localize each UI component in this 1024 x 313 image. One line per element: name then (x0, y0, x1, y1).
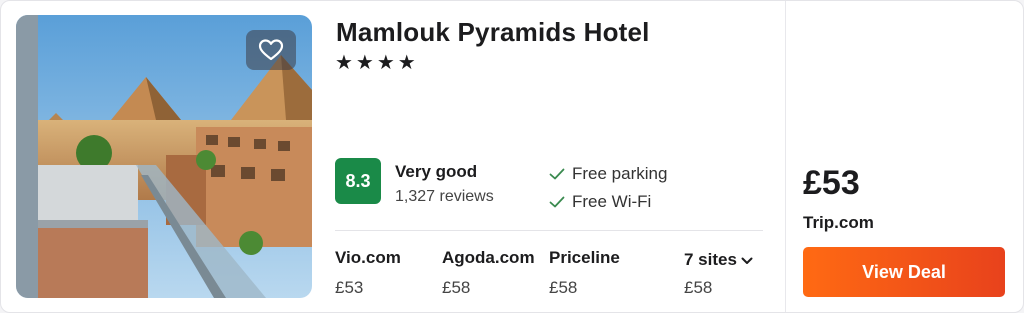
rating-label: Very good (395, 162, 478, 181)
review-score-badge: 8.3 (335, 158, 381, 204)
best-price: £53 (803, 164, 860, 202)
provider-name: Priceline (549, 248, 620, 267)
favorite-button[interactable] (246, 30, 296, 70)
price-option-priceline[interactable]: Priceline £58 (549, 248, 620, 298)
provider-price: £58 (549, 278, 578, 297)
star-rating: ★★★★ (335, 52, 419, 74)
divider (785, 1, 786, 312)
amenity-free-wifi: Free Wi-Fi (549, 192, 651, 212)
heart-outline-icon (258, 39, 284, 61)
price-option-agoda[interactable]: Agoda.com £58 (442, 248, 535, 298)
amenity-label: Free Wi-Fi (572, 192, 652, 211)
chevron-down-icon (741, 257, 753, 264)
provider-price: £58 (442, 278, 471, 297)
provider-price: £53 (335, 278, 364, 297)
divider (335, 230, 763, 231)
amenity-free-parking: Free parking (549, 164, 667, 184)
hotel-name[interactable]: Mamlouk Pyramids Hotel (336, 17, 650, 48)
checkmark-icon (549, 168, 565, 180)
best-price-site: Trip.com (803, 213, 874, 232)
view-deal-button[interactable]: View Deal (803, 247, 1005, 297)
more-sites-label: 7 sites (684, 250, 737, 269)
hotel-result-card[interactable]: Mamlouk Pyramids Hotel ★★★★ 8.3 Very goo… (0, 0, 1024, 313)
amenity-label: Free parking (572, 164, 668, 183)
more-sites-dropdown[interactable]: 7 sites £58 (684, 250, 753, 298)
more-sites-price: £58 (684, 278, 713, 297)
review-count[interactable]: 1,327 reviews (395, 188, 494, 206)
provider-name: Agoda.com (442, 248, 535, 267)
checkmark-icon (549, 196, 565, 208)
price-option-vio[interactable]: Vio.com £53 (335, 248, 401, 298)
provider-name: Vio.com (335, 248, 401, 267)
